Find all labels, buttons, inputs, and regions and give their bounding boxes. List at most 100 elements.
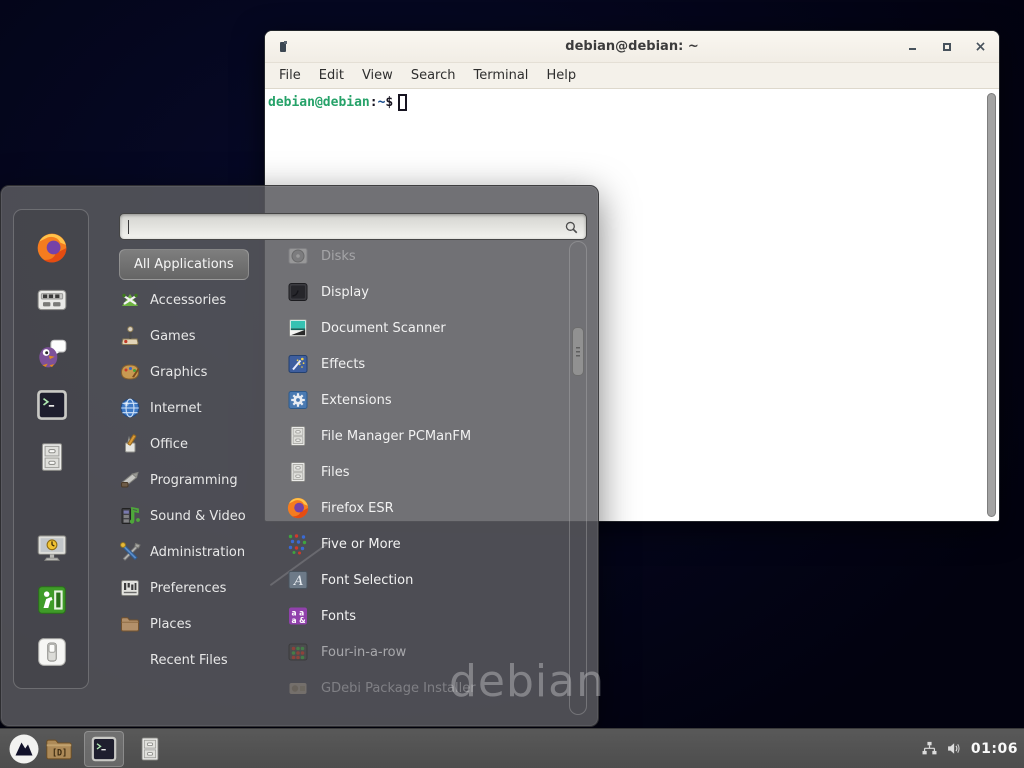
category-programming[interactable]: Programming (119, 462, 281, 498)
effects-icon (286, 352, 310, 376)
menu-scrollbar-track[interactable] (569, 241, 587, 715)
category-office[interactable]: Office (119, 426, 281, 462)
favorites-panel (13, 209, 89, 689)
five-or-more-icon (286, 532, 310, 556)
terminal-cursor (398, 94, 407, 111)
menu-search-bar (119, 213, 587, 240)
menu-search[interactable]: Search (402, 63, 465, 88)
file-cabinet-icon (286, 424, 310, 448)
text-caret (128, 220, 129, 234)
app-item-five-or-more[interactable]: Five or More (286, 526, 568, 562)
lock-screen-icon[interactable] (35, 531, 69, 565)
four-in-a-row-icon (286, 640, 310, 664)
category-graphics[interactable]: Graphics (119, 354, 281, 390)
maximize-icon (943, 43, 951, 51)
desktop-folder-button[interactable]: [D] (44, 734, 74, 764)
firefox-icon (286, 496, 310, 520)
prompt-user-host: debian@debian (268, 95, 370, 110)
app-item-effects[interactable]: Effects (286, 346, 568, 382)
office-icon (119, 433, 141, 455)
scrollbar-grip-icon (576, 347, 580, 357)
category-places[interactable]: Places (119, 606, 281, 642)
terminal-icon (90, 735, 118, 763)
file-cabinet-icon (286, 460, 310, 484)
svg-text:a &: a & (292, 616, 307, 625)
menu-edit[interactable]: Edit (310, 63, 353, 88)
category-internet[interactable]: Internet (119, 390, 281, 426)
category-sound-video[interactable]: Sound & Video (119, 498, 281, 534)
taskbar: [D] 01:06 (0, 728, 1024, 768)
app-item-file-manager-pcmanfm[interactable]: File Manager PCManFM (286, 418, 568, 454)
network-icon[interactable] (921, 740, 938, 757)
application-list: Disks Display Document Scanner Effects E… (286, 238, 568, 706)
category-administration[interactable]: Administration (119, 534, 281, 570)
volume-icon[interactable] (946, 740, 963, 757)
graphics-icon (119, 361, 141, 383)
svg-text:A: A (293, 574, 303, 589)
clock[interactable]: 01:06 (971, 741, 1018, 757)
minimize-icon (909, 48, 916, 50)
terminal-launcher-icon[interactable] (35, 388, 69, 422)
gdebi-icon (286, 676, 310, 700)
display-icon (286, 280, 310, 304)
terminal-menubar: File Edit View Search Terminal Help (265, 63, 999, 89)
app-item-fonts[interactable]: a aa & Fonts (286, 598, 568, 634)
menu-view[interactable]: View (353, 63, 402, 88)
fonts-icon: a aa & (286, 604, 310, 628)
file-manager-button[interactable] (136, 735, 164, 763)
extensions-gear-icon (286, 388, 310, 412)
shut-down-icon[interactable] (35, 635, 69, 669)
disks-icon (286, 244, 310, 268)
log-out-icon[interactable] (35, 583, 69, 617)
administration-icon (119, 541, 141, 563)
app-item-four-in-a-row[interactable]: Four-in-a-row (286, 634, 568, 670)
search-input[interactable] (121, 215, 585, 238)
minimize-button[interactable] (906, 31, 919, 62)
terminal-taskbar-button[interactable] (84, 731, 124, 767)
app-item-document-scanner[interactable]: Document Scanner (286, 310, 568, 346)
font-selection-icon: A (286, 568, 310, 592)
maximize-button[interactable] (940, 31, 953, 62)
category-preferences[interactable]: Preferences (119, 570, 281, 606)
shell-prompt: debian@debian:~$ (268, 94, 407, 111)
app-item-extensions[interactable]: Extensions (286, 382, 568, 418)
menu-launcher-button[interactable] (8, 733, 40, 765)
category-recent-files[interactable]: Recent Files (119, 642, 281, 678)
terminal-scrollbar[interactable] (987, 93, 996, 517)
settings-mixer-icon[interactable] (35, 283, 69, 317)
application-menu: debian (0, 185, 599, 727)
document-scanner-icon (286, 316, 310, 340)
app-item-font-selection[interactable]: A Font Selection (286, 562, 568, 598)
prompt-colon: : (370, 95, 378, 110)
terminal-titlebar[interactable]: debian@debian: ~ × (265, 31, 999, 63)
category-all-applications[interactable]: All Applications (119, 246, 281, 282)
category-games[interactable]: Games (119, 318, 281, 354)
window-title: debian@debian: ~ (265, 31, 999, 63)
menu-help[interactable]: Help (537, 63, 585, 88)
firefox-launcher-icon[interactable] (35, 231, 69, 265)
app-item-disks[interactable]: Disks (286, 238, 568, 274)
svg-text:[D]: [D] (52, 748, 67, 758)
category-list: All Applications Accessories Games Graph… (119, 246, 281, 678)
accessories-icon (119, 289, 141, 311)
menu-file[interactable]: File (270, 63, 310, 88)
system-tray: 01:06 (921, 729, 1018, 768)
category-accessories[interactable]: Accessories (119, 282, 281, 318)
app-item-display[interactable]: Display (286, 274, 568, 310)
desktop: debian@debian: ~ × File Edit View Search… (0, 0, 1024, 768)
internet-globe-icon (119, 397, 141, 419)
pidgin-icon[interactable] (35, 336, 69, 370)
app-item-gdebi-package-installer[interactable]: GDebi Package Installer (286, 670, 568, 706)
app-item-firefox-esr[interactable]: Firefox ESR (286, 490, 568, 526)
games-icon (119, 325, 141, 347)
preferences-icon (119, 577, 141, 599)
menu-terminal[interactable]: Terminal (464, 63, 537, 88)
search-icon (564, 220, 579, 235)
close-button[interactable]: × (974, 31, 987, 62)
sound-video-icon (119, 505, 141, 527)
app-item-files[interactable]: Files (286, 454, 568, 490)
menu-scrollbar-thumb[interactable] (572, 327, 584, 376)
file-cabinet-icon[interactable] (35, 440, 69, 474)
programming-icon (119, 469, 141, 491)
prompt-dollar: $ (385, 95, 393, 110)
